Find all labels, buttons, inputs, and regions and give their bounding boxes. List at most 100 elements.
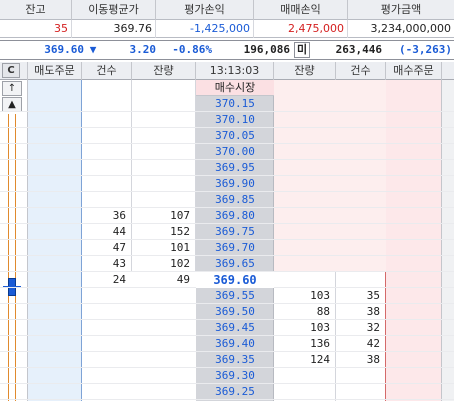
ask-count-cell (82, 384, 132, 400)
bid-count-cell (336, 128, 386, 144)
ask-qty-cell (132, 336, 196, 352)
bid-count-cell (336, 112, 386, 128)
price-cell: 369.45 (215, 321, 255, 334)
orderbook-row: 370.05 (0, 128, 454, 144)
bid-qty-cell (274, 192, 336, 208)
bid-qty-cell (274, 240, 336, 256)
ask-count-cell (82, 368, 132, 384)
price-cell: 369.30 (215, 369, 255, 382)
bid-count-cell (336, 368, 386, 384)
bid-qty-cell (274, 224, 336, 240)
volume: 196,086 (243, 43, 290, 56)
price-cell: 369.25 (215, 385, 255, 398)
orderbook-row: 370.00 (0, 144, 454, 160)
orderbook-row: 369.45 103 32 (0, 320, 454, 336)
price-cell: 369.85 (215, 193, 255, 206)
orderbook-row: 369.55 103 35 (0, 288, 454, 304)
ask-qty-cell (132, 96, 196, 112)
price-cell: 370.00 (215, 145, 255, 158)
ask-qty-cell (132, 144, 196, 160)
ask-count-cell (82, 336, 132, 352)
ask-count-cell (82, 352, 132, 368)
bid-count-cell (336, 96, 386, 112)
ask-qty-cell (132, 176, 196, 192)
ask-qty-cell (132, 192, 196, 208)
bid-count-cell (336, 384, 386, 400)
trade-pnl-header: 매매손익 (254, 0, 348, 20)
c-button[interactable]: C (2, 63, 20, 78)
bid-count-cell: 42 (366, 337, 380, 350)
bid-count-header: 건수 (336, 62, 386, 80)
ask-count-cell: 47 (112, 241, 126, 254)
bid-count-cell (336, 272, 386, 288)
price-cell: 369.35 (215, 353, 255, 366)
orderbook-row: 370.15 (0, 96, 454, 112)
ask-qty-cell: 49 (176, 273, 190, 286)
orderbook-grid: ↑ ▲ 매수시장 370.15 370.10 370.05 370.00 369.95 36… (0, 80, 454, 401)
bid-count-cell (336, 224, 386, 240)
trade-pnl-value: 2,475,000 (254, 20, 348, 38)
bid-orders-header: 매수주문 (386, 62, 442, 80)
summary-values-row: 35 369.76 -1,425,000 2,475,000 3,234,000… (0, 20, 454, 38)
ask-count-cell (82, 176, 132, 192)
price-cell: 369.75 (215, 225, 255, 238)
bid-count-cell (336, 176, 386, 192)
bid-count-cell (336, 208, 386, 224)
ask-count-cell (82, 288, 132, 304)
orderbook-rows: 매수시장 370.15 370.10 370.05 370.00 369.95 369.90… (0, 80, 454, 401)
ask-count-cell: 43 (112, 257, 126, 270)
eval-amount-header: 평가금액 (380, 3, 422, 16)
bid-qty-cell (274, 144, 336, 160)
ask-qty-cell (132, 288, 196, 304)
orderbook-row: 369.90 (0, 176, 454, 192)
orderbook-row: 369.85 (0, 192, 454, 208)
price-change: 3.20 (129, 43, 157, 56)
bid-count-cell: 32 (366, 321, 380, 334)
bid-count-cell: 38 (366, 305, 380, 318)
ask-count-cell: 44 (112, 225, 126, 238)
bid-qty-cell (274, 208, 336, 224)
price-cell: 369.70 (215, 241, 255, 254)
eval-amount-value: 3,234,000,000 (370, 22, 451, 35)
avg-price-header: 이동평균가 (72, 0, 156, 20)
ask-count-header: 건수 (82, 62, 132, 80)
price-bar: 369.60 ▼ 3.20 -0.86% 196,086 미 263,446 (… (0, 40, 454, 60)
price-cell: 369.95 (215, 161, 255, 174)
price-cell: 369.50 (215, 305, 255, 318)
orderbook-row: 369.25 (0, 384, 454, 400)
ask-count-cell (82, 320, 132, 336)
price-cell: 369.65 (215, 257, 255, 270)
orderbook-row: 370.10 (0, 112, 454, 128)
price-change-pct: -0.86% (172, 43, 212, 56)
bid-qty-cell (274, 112, 336, 128)
orderbook-row: 369.50 88 38 (0, 304, 454, 320)
open-interest-change: (-3,263) (399, 43, 452, 56)
mi-label[interactable]: 미 (294, 42, 310, 58)
orderbook-row: 369.95 (0, 160, 454, 176)
orderbook-row: 369.35 124 38 (0, 352, 454, 368)
price-cell: 369.40 (215, 337, 255, 350)
ask-qty-cell (132, 320, 196, 336)
price-cell: 369.90 (215, 177, 255, 190)
summary-header-row: 잔고 이동평균가 평가손익 매매손익 평가금액 (0, 0, 454, 20)
ask-qty-cell (132, 112, 196, 128)
bid-qty-cell: 103 (310, 321, 330, 334)
orderbook-row: 24 49 369.60 (0, 272, 454, 288)
bid-qty-cell (274, 96, 336, 112)
price-cell: 370.15 (215, 97, 255, 110)
market-buy-button[interactable]: 매수시장 (196, 80, 274, 96)
c-button-cell: C (0, 62, 28, 80)
orderbook-header: C 매도주문 건수 잔량 13:13:03 잔량 건수 매수주문 (0, 62, 454, 80)
bid-count-cell: 38 (366, 353, 380, 366)
price-cell: 370.10 (215, 113, 255, 126)
ask-qty-cell: 107 (170, 209, 190, 222)
orderbook-row: 36 107 369.80 (0, 208, 454, 224)
ask-qty-cell (132, 352, 196, 368)
ask-qty-cell: 102 (170, 257, 190, 270)
bid-qty-cell (274, 176, 336, 192)
bid-qty-cell (274, 128, 336, 144)
ask-qty-cell: 152 (170, 225, 190, 238)
ask-count-cell (82, 144, 132, 160)
ask-count-cell: 24 (112, 273, 126, 286)
bid-qty-cell: 103 (310, 289, 330, 302)
